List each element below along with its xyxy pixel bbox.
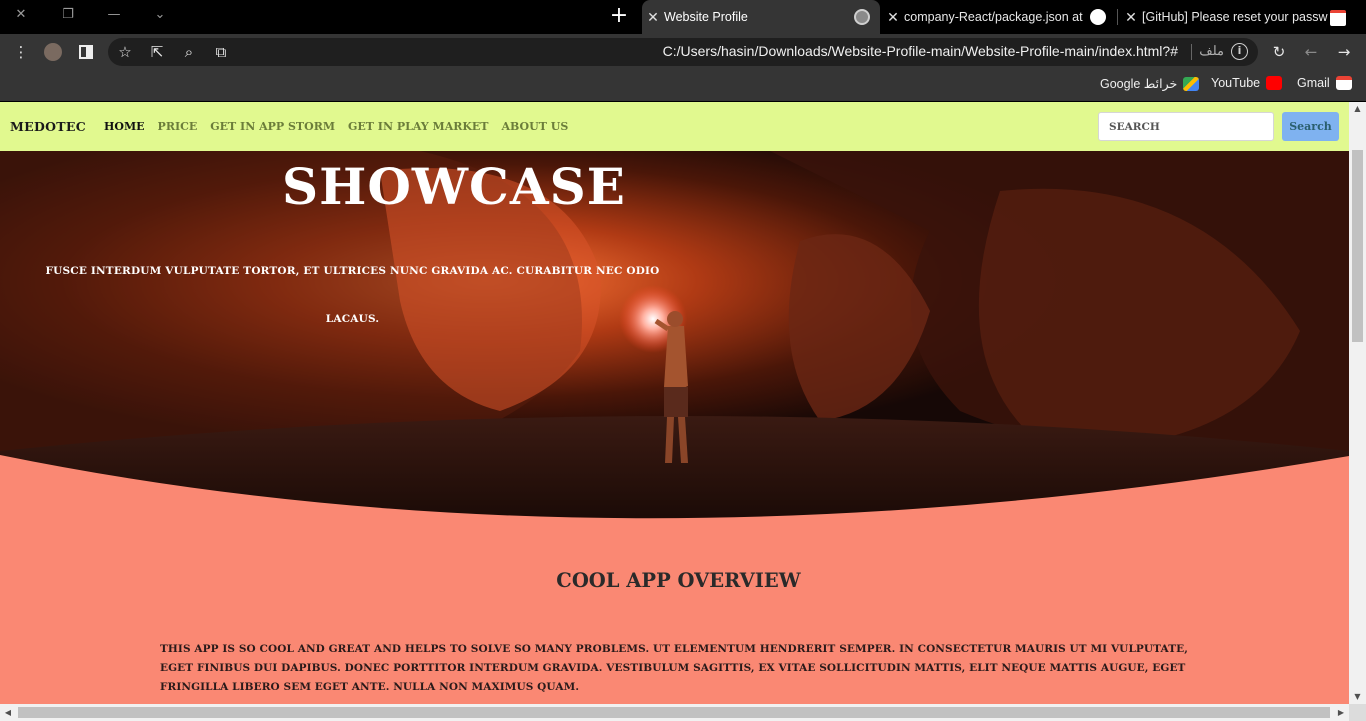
bookmark-label: YouTube: [1211, 76, 1261, 90]
bookmark-label: Gmail: [1297, 76, 1330, 90]
sidebar-toggle-icon[interactable]: [75, 41, 97, 63]
share-icon[interactable]: ⇱: [146, 41, 168, 63]
nav-price[interactable]: PRICE: [158, 120, 198, 133]
globe-icon: [854, 9, 870, 25]
bookmark-gmail[interactable]: Gmail: [1297, 76, 1352, 90]
forward-icon[interactable]: →: [1333, 41, 1355, 63]
nav-about-us[interactable]: ABOUT US: [502, 120, 569, 133]
vertical-scrollbar[interactable]: ▲ ▼: [1349, 102, 1366, 704]
horizontal-scrollbar[interactable]: ◀ ▶: [0, 704, 1349, 721]
maps-icon: [1183, 76, 1200, 91]
zoom-icon[interactable]: ⌕: [178, 41, 200, 63]
scroll-up-icon[interactable]: ▲: [1349, 102, 1366, 116]
gmail-icon: [1330, 10, 1346, 26]
bookmark-youtube[interactable]: YouTube: [1211, 76, 1283, 90]
tab-title: company-React/package.json at: [904, 10, 1083, 24]
address-bar[interactable]: ☆ ⇱ ⌕ ⧉ C:/Users/hasin/Downloads/Website…: [108, 38, 1258, 66]
page-viewport: MEDOTEC HOME PRICE GET IN APP STORM GET …: [0, 102, 1349, 704]
scroll-right-icon[interactable]: ▶: [1333, 704, 1349, 721]
overview-text: THIS APP IS SO COOL AND GREAT AND HELPS …: [160, 643, 1188, 694]
overview-title: COOL APP OVERVIEW: [556, 569, 801, 592]
nav-links: HOME PRICE GET IN APP STORM GET IN PLAY …: [104, 120, 568, 133]
nav-home[interactable]: HOME: [104, 120, 145, 133]
tab-github-reset[interactable]: ✕ [GitHub] Please reset your passw: [1120, 0, 1350, 34]
close-tab-icon[interactable]: ✕: [642, 9, 664, 26]
youtube-icon: [1266, 76, 1283, 90]
bookmark-label: Google خرائط: [1100, 77, 1178, 91]
close-tab-icon[interactable]: ✕: [882, 9, 904, 26]
search-button[interactable]: Search: [1282, 112, 1339, 141]
search-input[interactable]: [1098, 112, 1274, 141]
scroll-down-icon[interactable]: ▼: [1349, 690, 1366, 704]
gmail-icon: [1335, 76, 1352, 90]
translate-icon[interactable]: ⧉: [210, 41, 232, 63]
menu-dots-icon[interactable]: ⋮: [10, 41, 32, 63]
site-brand[interactable]: MEDOTEC: [10, 119, 86, 134]
browser-toolbar: ⋮ ☆ ⇱ ⌕ ⧉ C:/Users/hasin/Downloads/Websi…: [0, 34, 1366, 70]
github-icon: [1090, 9, 1106, 25]
tab-title: Website Profile: [664, 10, 748, 24]
bookmarks-bar: Google خرائط YouTube Gmail: [0, 70, 1366, 101]
scroll-left-icon[interactable]: ◀: [0, 704, 16, 721]
close-tab-icon[interactable]: ✕: [1120, 9, 1142, 26]
tab-website-profile[interactable]: ✕ Website Profile: [642, 0, 880, 34]
bookmark-star-icon[interactable]: ☆: [114, 41, 136, 63]
minimize-window-icon[interactable]: —: [99, 4, 129, 26]
vertical-scroll-thumb[interactable]: [1352, 150, 1363, 342]
hero-title: SHOWCASE: [282, 157, 626, 216]
new-tab-button[interactable]: +: [606, 4, 632, 30]
site-navbar: MEDOTEC HOME PRICE GET IN APP STORM GET …: [0, 102, 1349, 151]
tab-strip: ✕ ❐ — ⌄ + ✕ Website Profile ✕ company-Re…: [0, 0, 1366, 34]
file-label: ملف: [1199, 43, 1224, 58]
tab-company-react[interactable]: ✕ company-React/package.json at: [882, 0, 1110, 34]
hero-subtitle: FUSCE INTERDUM VULPUTATE TORTOR, ET ULTR…: [45, 265, 660, 325]
horizontal-scroll-thumb[interactable]: [18, 707, 1330, 718]
nav-app-store[interactable]: GET IN APP STORM: [210, 120, 335, 133]
tab-search-chevron-icon[interactable]: ⌄: [145, 4, 175, 26]
info-icon[interactable]: i: [1231, 43, 1248, 60]
nav-play-market[interactable]: GET IN PLAY MARKET: [348, 120, 488, 133]
close-window-icon[interactable]: ✕: [6, 4, 36, 26]
tab-title: [GitHub] Please reset your passw: [1142, 10, 1328, 24]
bookmark-google-maps[interactable]: Google خرائط: [1100, 76, 1200, 91]
profile-avatar-icon[interactable]: [42, 41, 64, 63]
reload-icon[interactable]: ↻: [1268, 41, 1290, 63]
url-text[interactable]: C:/Users/hasin/Downloads/Website-Profile…: [663, 43, 1178, 59]
hero-showcase: SHOWCASE FUSCE INTERDUM VULPUTATE TORTOR…: [0, 151, 1349, 523]
scrollbar-corner: [1349, 704, 1366, 721]
back-icon[interactable]: ←: [1300, 41, 1322, 63]
restore-window-icon[interactable]: ❐: [53, 4, 83, 26]
